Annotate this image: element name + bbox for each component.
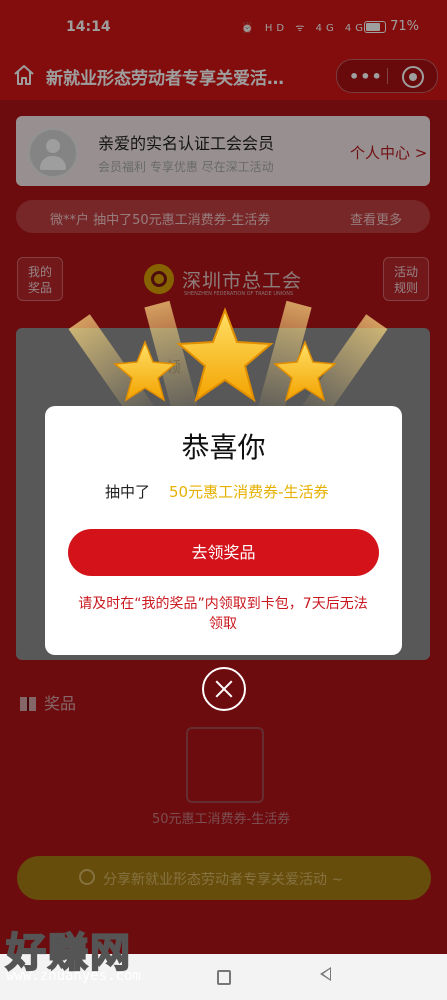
- watermark-url: www.zhuanyes.com: [6, 968, 141, 984]
- prize-dialog: 恭喜你 抽中了 50元惠工消费券-生活券 去领奖品 请及时在“我的奖品”内领取到…: [45, 406, 402, 655]
- home-nav-icon[interactable]: [217, 970, 231, 985]
- claim-note: 请及时在“我的奖品”内领取到卡包，7天后无法领取: [78, 596, 368, 632]
- dialog-title: 恭喜你: [181, 431, 266, 464]
- watermark: 好赚网 www.zhuanyes.com: [0, 918, 200, 990]
- stars-decoration: [68, 300, 388, 428]
- stars-icon: [113, 307, 337, 403]
- won-label: 抽中了: [105, 483, 151, 501]
- claim-prize-button[interactable]: 去领奖品: [68, 529, 379, 576]
- close-dialog-icon[interactable]: [202, 667, 246, 711]
- won-prize: 50元惠工消费券-生活券: [169, 483, 329, 501]
- back-nav-icon[interactable]: [320, 967, 331, 981]
